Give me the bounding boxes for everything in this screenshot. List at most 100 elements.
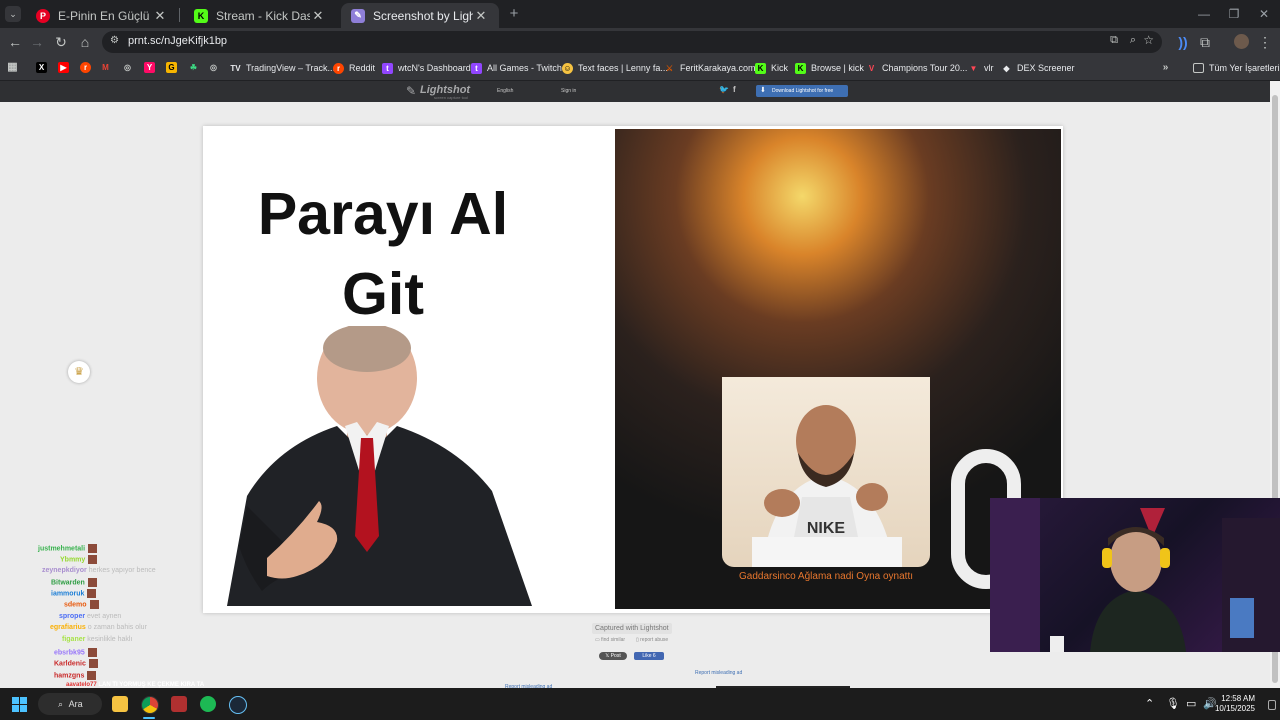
chat-message: hamzgns [54, 671, 97, 680]
tab-lightshot[interactable]: ✎ Screenshot by Lightshot ✕ [341, 3, 499, 28]
globe-icon[interactable]: ◎ [208, 62, 219, 73]
facebook-like-button[interactable]: Like 6 [634, 652, 664, 660]
chat-message: egrafiarius o zaman bahis olur [50, 624, 147, 631]
ferit-icon: ⚔ [665, 63, 674, 73]
url-text[interactable]: prnt.sc/nJgeKifjk1bp [128, 35, 227, 47]
language-link[interactable]: English [497, 88, 513, 94]
profile-avatar[interactable] [1234, 34, 1249, 49]
x-post-button[interactable]: 𝕏 Post [599, 652, 627, 660]
menu-icon[interactable]: ⋮ [1256, 33, 1274, 51]
bookmark-reddit[interactable]: r Reddit [333, 60, 375, 76]
system-clock[interactable]: 12:58 AM 10/15/2025 [1215, 694, 1255, 714]
app-icon[interactable] [171, 696, 187, 712]
sign-in-link[interactable]: Sign in [561, 88, 576, 94]
all-bookmarks-folder[interactable]: Tüm Yer İşaretleri [1193, 60, 1280, 76]
minimize-button[interactable]: — [1190, 4, 1218, 24]
extension-icon[interactable]: )) [1174, 33, 1192, 51]
download-button[interactable]: ⬇ Download Lightshot for free [756, 85, 848, 97]
find-similar-link[interactable]: ▭ find similar [595, 637, 625, 643]
bookmark-twitch-games[interactable]: t All Games - Twitch [471, 60, 562, 76]
x-icon[interactable]: X [36, 62, 47, 73]
bookmark-dashboard[interactable]: t wtcN's Dashboard [382, 60, 471, 76]
chat-username: hamzgns [54, 672, 85, 680]
chat-message: ebsrbk95 [54, 648, 97, 657]
feather-icon: ✎ [406, 84, 417, 98]
bookmark-ferit[interactable]: ⚔ FeritKarakaya.com [664, 60, 756, 76]
tab-kick-dashboard[interactable]: K Stream - Kick Dashboard ✕ [184, 3, 336, 28]
twitch-icon: t [471, 62, 482, 74]
download-icon: ⬇ [760, 87, 766, 94]
close-icon[interactable]: ✕ [310, 8, 326, 24]
install-icon[interactable]: ⧉ [1110, 34, 1118, 47]
forward-icon[interactable]: → [28, 33, 46, 51]
address-bar[interactable]: ⚙ prnt.sc/nJgeKifjk1bp ⧉ ⌕ ☆ [102, 31, 1162, 53]
vlr-icon: ▼ [969, 63, 978, 73]
crying-man-image: NIKE [752, 405, 902, 567]
report-abuse-link[interactable]: ▯ report abuse [636, 637, 668, 643]
g-icon[interactable]: G [166, 62, 177, 73]
chat-text: evet aynen [87, 613, 122, 620]
tradingview-icon: TV [230, 63, 241, 73]
globe-icon[interactable]: ◎ [122, 62, 133, 73]
screenshot-image[interactable]: Parayı Al Git [203, 126, 1063, 613]
chat-overlay: justmehmetali Ybmmy zeynepkdiyor herkes … [0, 538, 204, 688]
new-tab-button[interactable]: + [505, 5, 523, 23]
tab-search-button[interactable]: ⌄ [5, 6, 21, 22]
clock-date: 10/15/2025 [1214, 704, 1255, 713]
bookmark-browse-kick[interactable]: K Browse | kick [795, 60, 864, 76]
bookmark-champions-tour[interactable]: V Champions Tour 20... [866, 60, 968, 76]
close-window-button[interactable]: ✕ [1250, 4, 1278, 24]
chat-username: ebsrbk95 [54, 649, 85, 657]
captured-with-lightshot[interactable]: Captured with Lightshot [592, 623, 672, 634]
spotify-icon[interactable] [200, 696, 216, 712]
bookmark-tradingview[interactable]: TV TradingView – Track... [230, 60, 335, 76]
extensions-puzzle-icon[interactable]: ⧉ [1196, 33, 1214, 51]
notifications-icon[interactable] [1268, 700, 1276, 710]
report-ad-link[interactable]: Report misleading ad [695, 670, 742, 676]
badge-icon [87, 671, 97, 680]
network-icon[interactable]: ▭ [1186, 697, 1196, 710]
microphone-icon[interactable]: 🎙 [1166, 697, 1180, 710]
chat-username: Ybmmy [60, 556, 86, 564]
gmail-icon[interactable]: M [100, 62, 111, 73]
bookmark-lenny[interactable]: ☺ Text faces | Lenny fa... [562, 60, 668, 76]
android-icon[interactable]: ☘ [188, 62, 199, 73]
kick-icon: K [755, 62, 766, 74]
reload-icon[interactable]: ↻ [52, 33, 70, 51]
emblem-icon: ♛ [68, 361, 90, 383]
close-icon[interactable]: ✕ [473, 8, 489, 24]
twitter-icon[interactable]: 🐦 [719, 85, 729, 94]
chat-username: justmehmetali [38, 545, 86, 553]
file-explorer-icon[interactable] [112, 696, 128, 712]
taskbar-search[interactable]: ⌕ Ara [38, 693, 102, 715]
bookmark-kick[interactable]: K Kick [755, 60, 788, 76]
steam-icon[interactable] [229, 696, 247, 714]
close-icon[interactable]: ✕ [152, 8, 168, 24]
chat-text: kesinlikle haklı [87, 636, 133, 643]
clock-time: 12:58 AM [1221, 694, 1255, 703]
site-info-icon[interactable]: ⚙ [110, 35, 119, 46]
bookmark-star-icon[interactable]: ☆ [1143, 33, 1154, 47]
tab-pinterest[interactable]: P E-Pinin En Güçlü Skilli - Pindin ✕ [26, 3, 178, 28]
bookmark-label: Browse | kick [811, 63, 864, 73]
chrome-icon[interactable] [141, 696, 159, 714]
back-icon[interactable]: ← [6, 33, 24, 51]
chevron-up-icon[interactable]: ⌃ [1145, 697, 1154, 710]
home-icon[interactable]: ⌂ [76, 33, 94, 51]
facebook-icon[interactable]: f [733, 85, 736, 94]
apps-grid-icon[interactable]: ▦ [7, 62, 18, 73]
reddit-small-icon[interactable]: r [80, 62, 91, 73]
maximize-button[interactable]: ❐ [1220, 4, 1248, 24]
more-bookmarks-icon[interactable]: » [1160, 62, 1171, 73]
pinterest-icon: P [36, 8, 50, 23]
bookmark-vlr[interactable]: ▼ vlr [968, 60, 994, 76]
windows-start-icon[interactable] [12, 697, 27, 712]
badge-icon [89, 600, 99, 609]
yahoo-icon[interactable]: Y [144, 62, 155, 73]
meme-video-overlay: NIKE [722, 377, 930, 567]
bookmark-label: vlr [984, 63, 994, 73]
youtube-icon[interactable]: ▶ [58, 62, 69, 73]
lightshot-header: ✎ Lightshot screen capture tool English … [0, 81, 1270, 102]
zoom-icon[interactable]: ⌕ [1130, 34, 1136, 47]
bookmark-dexscreener[interactable]: ◆ DEX Screener [1001, 60, 1074, 76]
